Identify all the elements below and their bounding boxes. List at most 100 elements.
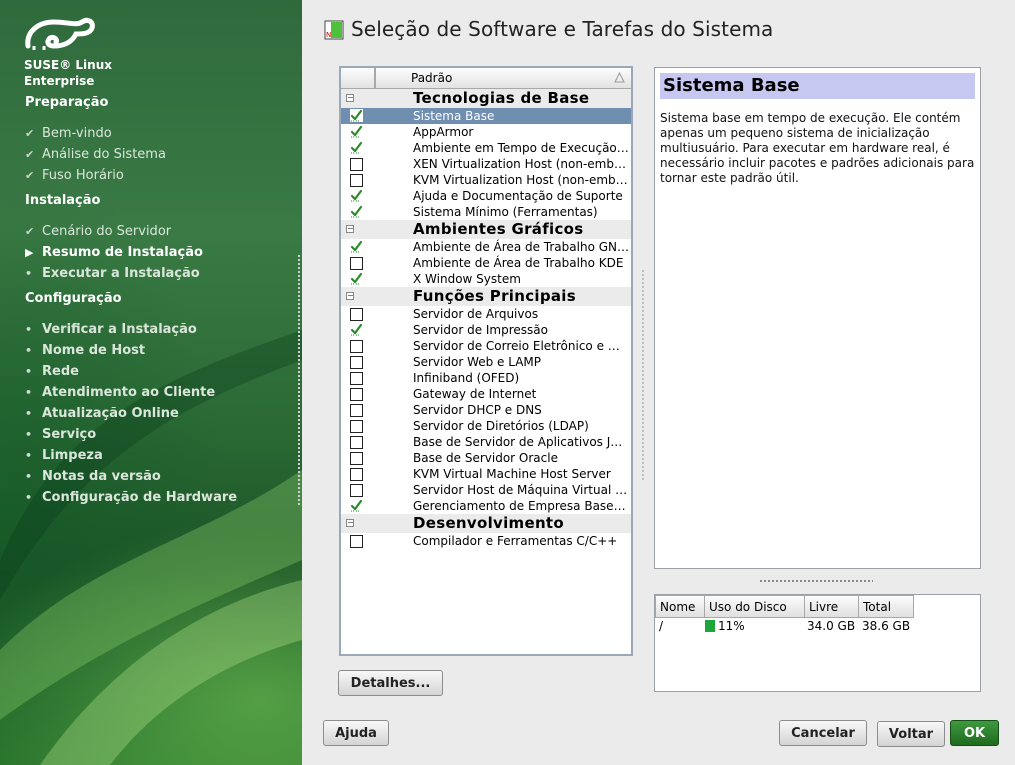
- collapse-toggle-icon[interactable]: −: [346, 292, 354, 300]
- pattern-label: Servidor de Impressão: [413, 323, 548, 337]
- pattern-row[interactable]: KVM Virtualization Host (non-embedded): [341, 172, 631, 188]
- bullet-icon: •: [25, 386, 33, 399]
- pattern-checkbox[interactable]: [350, 535, 363, 548]
- disk-total: 38.6 GB: [862, 619, 911, 633]
- step-label: Análise do Sistema: [42, 147, 166, 162]
- auto-install-check-icon[interactable]: [350, 205, 363, 218]
- help-button[interactable]: Ajuda: [323, 720, 389, 746]
- detail-splitter-handle[interactable]: [760, 580, 873, 582]
- pattern-checkbox[interactable]: [350, 452, 363, 465]
- pattern-row[interactable]: Servidor DHCP e DNS: [341, 402, 631, 418]
- auto-install-check-icon[interactable]: [350, 141, 363, 154]
- pattern-checkbox[interactable]: [350, 468, 363, 481]
- check-icon: ✔: [25, 169, 35, 182]
- cancel-button[interactable]: Cancelar: [779, 720, 867, 746]
- pattern-row[interactable]: Servidor de Impressão: [341, 322, 631, 338]
- column-header-name[interactable]: Nome: [655, 595, 705, 618]
- pattern-label: Ambiente de Área de Trabalho KDE: [413, 256, 624, 270]
- auto-install-check-icon[interactable]: [350, 272, 363, 285]
- step-release-notes: • Notas da versão: [25, 469, 161, 484]
- step-label: Verificar a Instalação: [42, 322, 197, 337]
- pattern-label: Servidor Web e LAMP: [413, 355, 542, 369]
- pattern-label: XEN Virtualization Host (non-embedded): [413, 157, 629, 171]
- status-column-header[interactable]: [341, 68, 376, 88]
- pattern-label: Servidor de Diretórios (LDAP): [413, 419, 589, 433]
- collapse-toggle-icon[interactable]: −: [346, 225, 354, 233]
- pattern-row[interactable]: Servidor Web e LAMP: [341, 354, 631, 370]
- pattern-label: KVM Virtual Machine Host Server: [413, 467, 611, 481]
- pattern-row[interactable]: Infiniband (OFED): [341, 370, 631, 386]
- auto-install-check-icon[interactable]: [350, 240, 363, 253]
- suse-logo: SUSE® Linux Enterprise: [24, 16, 112, 87]
- pattern-checkbox[interactable]: [350, 388, 363, 401]
- pattern-checkbox[interactable]: [350, 340, 363, 353]
- step-welcome: ✔ Bem-vindo: [25, 126, 112, 141]
- back-button[interactable]: Voltar: [877, 721, 945, 747]
- column-header-total[interactable]: Total: [859, 595, 914, 618]
- auto-install-check-icon[interactable]: [350, 499, 363, 512]
- collapse-toggle-icon[interactable]: −: [346, 94, 354, 102]
- pattern-checkbox[interactable]: [350, 484, 363, 497]
- step-customer-center: • Atendimento ao Cliente: [25, 385, 215, 400]
- pattern-row[interactable]: Servidor de Correio Eletrônico e Mensage…: [341, 338, 631, 354]
- pattern-description-panel: Sistema Base Sistema base em tempo de ex…: [654, 67, 981, 569]
- pattern-row[interactable]: KVM Virtual Machine Host Server: [341, 466, 631, 482]
- pattern-column-header[interactable]: Padrão: [376, 68, 631, 88]
- step-label: Nome de Host: [42, 343, 146, 358]
- check-icon: ✔: [25, 127, 35, 140]
- step-label: Serviço: [42, 427, 97, 442]
- pattern-row[interactable]: Sistema Base: [341, 108, 631, 124]
- pattern-row[interactable]: AppArmor: [341, 124, 631, 140]
- pattern-row[interactable]: Gateway de Internet: [341, 386, 631, 402]
- auto-install-check-icon[interactable]: [350, 189, 363, 202]
- pattern-checkbox[interactable]: [350, 356, 363, 369]
- pattern-checkbox[interactable]: [350, 420, 363, 433]
- column-header-disk-usage[interactable]: Uso do Disco: [705, 595, 805, 618]
- pattern-checkbox[interactable]: [350, 174, 363, 187]
- pattern-row[interactable]: Compilador e Ferramentas C/C++: [341, 533, 631, 549]
- pattern-row[interactable]: Ajuda e Documentação de Suporte: [341, 188, 631, 204]
- pattern-checkbox[interactable]: [350, 257, 363, 270]
- pattern-row[interactable]: Ambiente em Tempo de Execução Java: [341, 140, 631, 156]
- pattern-row[interactable]: Servidor Host de Máquina Virtual Xen: [341, 482, 631, 498]
- pattern-group[interactable]: − Ambientes Gráficos: [341, 220, 631, 239]
- pattern-group[interactable]: − Funções Principais: [341, 287, 631, 306]
- pattern-row[interactable]: Base de Servidor Oracle: [341, 450, 631, 466]
- auto-install-check-icon[interactable]: [350, 323, 363, 336]
- collapse-toggle-icon[interactable]: −: [346, 519, 354, 527]
- details-button[interactable]: Detalhes...: [338, 670, 443, 696]
- column-header-free[interactable]: Livre: [805, 595, 859, 618]
- pattern-row[interactable]: Ambiente de Área de Trabalho KDE: [341, 255, 631, 271]
- pattern-row[interactable]: Ambiente de Área de Trabalho GNOME: [341, 239, 631, 255]
- sidebar-splitter-handle[interactable]: [298, 255, 300, 505]
- pattern-row[interactable]: X Window System: [341, 271, 631, 287]
- pattern-checkbox[interactable]: [350, 404, 363, 417]
- description-text: Sistema base em tempo de execução. Ele c…: [660, 111, 975, 185]
- step-installation-summary: ▶ Resumo de Instalação: [25, 245, 203, 260]
- back-button-label: Voltar: [888, 726, 934, 742]
- auto-install-check-icon[interactable]: [350, 109, 363, 122]
- pattern-row[interactable]: Base de Servidor de Aplicativos Java: [341, 434, 631, 450]
- ok-button[interactable]: OK: [950, 720, 999, 746]
- pattern-row[interactable]: XEN Virtualization Host (non-embedded): [341, 156, 631, 172]
- pattern-row[interactable]: Servidor de Arquivos: [341, 306, 631, 322]
- pane-splitter-handle[interactable]: [642, 270, 644, 480]
- description-title: Sistema Base: [660, 73, 975, 99]
- brand-line-2: Enterprise: [24, 74, 95, 88]
- pattern-row[interactable]: Servidor de Diretórios (LDAP): [341, 418, 631, 434]
- pattern-checkbox[interactable]: [350, 308, 363, 321]
- pattern-label: X Window System: [413, 272, 521, 286]
- pattern-checkbox[interactable]: [350, 436, 363, 449]
- pattern-group[interactable]: − Desenvolvimento: [341, 514, 631, 533]
- pattern-group[interactable]: − Tecnologias de Base: [341, 89, 631, 108]
- pattern-row[interactable]: Gerenciamento de Empresa Baseado na Web: [341, 498, 631, 514]
- pattern-checkbox[interactable]: [350, 158, 363, 171]
- pattern-checkbox[interactable]: [350, 372, 363, 385]
- pattern-row[interactable]: Sistema Mínimo (Ferramentas): [341, 204, 631, 220]
- auto-install-check-icon[interactable]: [350, 125, 363, 138]
- step-cleanup: • Limpeza: [25, 448, 103, 463]
- pattern-table[interactable]: Padrão − Tecnologias de Base Sistema Base A…: [339, 66, 633, 656]
- pattern-label: Sistema Base: [413, 109, 495, 123]
- pattern-label: Ajuda e Documentação de Suporte: [413, 189, 623, 203]
- step-label: Limpeza: [42, 448, 103, 463]
